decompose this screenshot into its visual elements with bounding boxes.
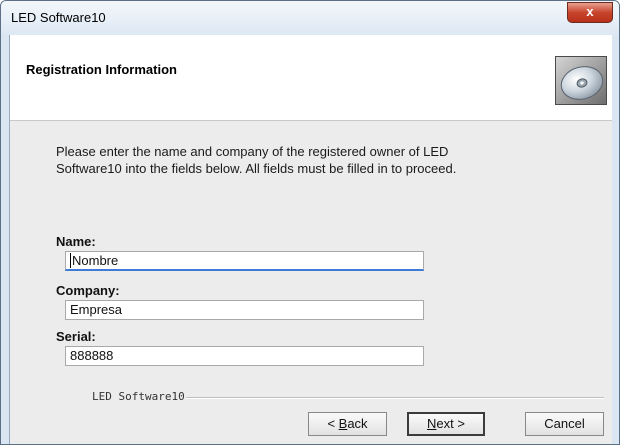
window-title: LED Software10 — [11, 10, 106, 25]
serial-field-value: 888888 — [70, 348, 114, 363]
footer-divider — [186, 397, 604, 399]
name-label: Name: — [56, 234, 96, 249]
cd-disc-icon — [555, 56, 607, 105]
back-button[interactable]: < Back — [308, 412, 387, 436]
text-caret — [70, 253, 71, 268]
dialog-client-area: Registration Information Please enter th… — [9, 35, 612, 444]
instructions-line-2: Software10 into the fields below. All fi… — [56, 161, 457, 176]
brand-label: LED Software10 — [92, 390, 185, 403]
next-button[interactable]: Next > — [407, 412, 485, 436]
close-button[interactable]: x — [567, 2, 613, 23]
back-prefix: < — [327, 416, 339, 431]
name-field[interactable]: Nombre — [65, 251, 424, 271]
header-panel: Registration Information — [10, 35, 612, 121]
title-bar[interactable]: LED Software10 x — [1, 1, 619, 35]
installer-window: LED Software10 x Registration Informatio… — [0, 0, 620, 445]
company-field[interactable]: Empresa — [65, 300, 424, 320]
close-icon: x — [586, 4, 594, 19]
back-rest: ack — [347, 416, 368, 431]
serial-field[interactable]: 888888 — [65, 346, 424, 366]
next-mnemonic: N — [427, 416, 437, 431]
name-field-value: Nombre — [72, 253, 119, 268]
serial-label: Serial: — [56, 329, 96, 344]
cancel-button[interactable]: Cancel — [525, 412, 604, 436]
next-rest: ext > — [436, 416, 465, 431]
instructions-line-1: Please enter the name and company of the… — [56, 144, 449, 159]
company-label: Company: — [56, 283, 120, 298]
instructions-text: Please enter the name and company of the… — [56, 143, 566, 177]
page-title: Registration Information — [26, 62, 177, 77]
company-field-value: Empresa — [70, 302, 123, 317]
